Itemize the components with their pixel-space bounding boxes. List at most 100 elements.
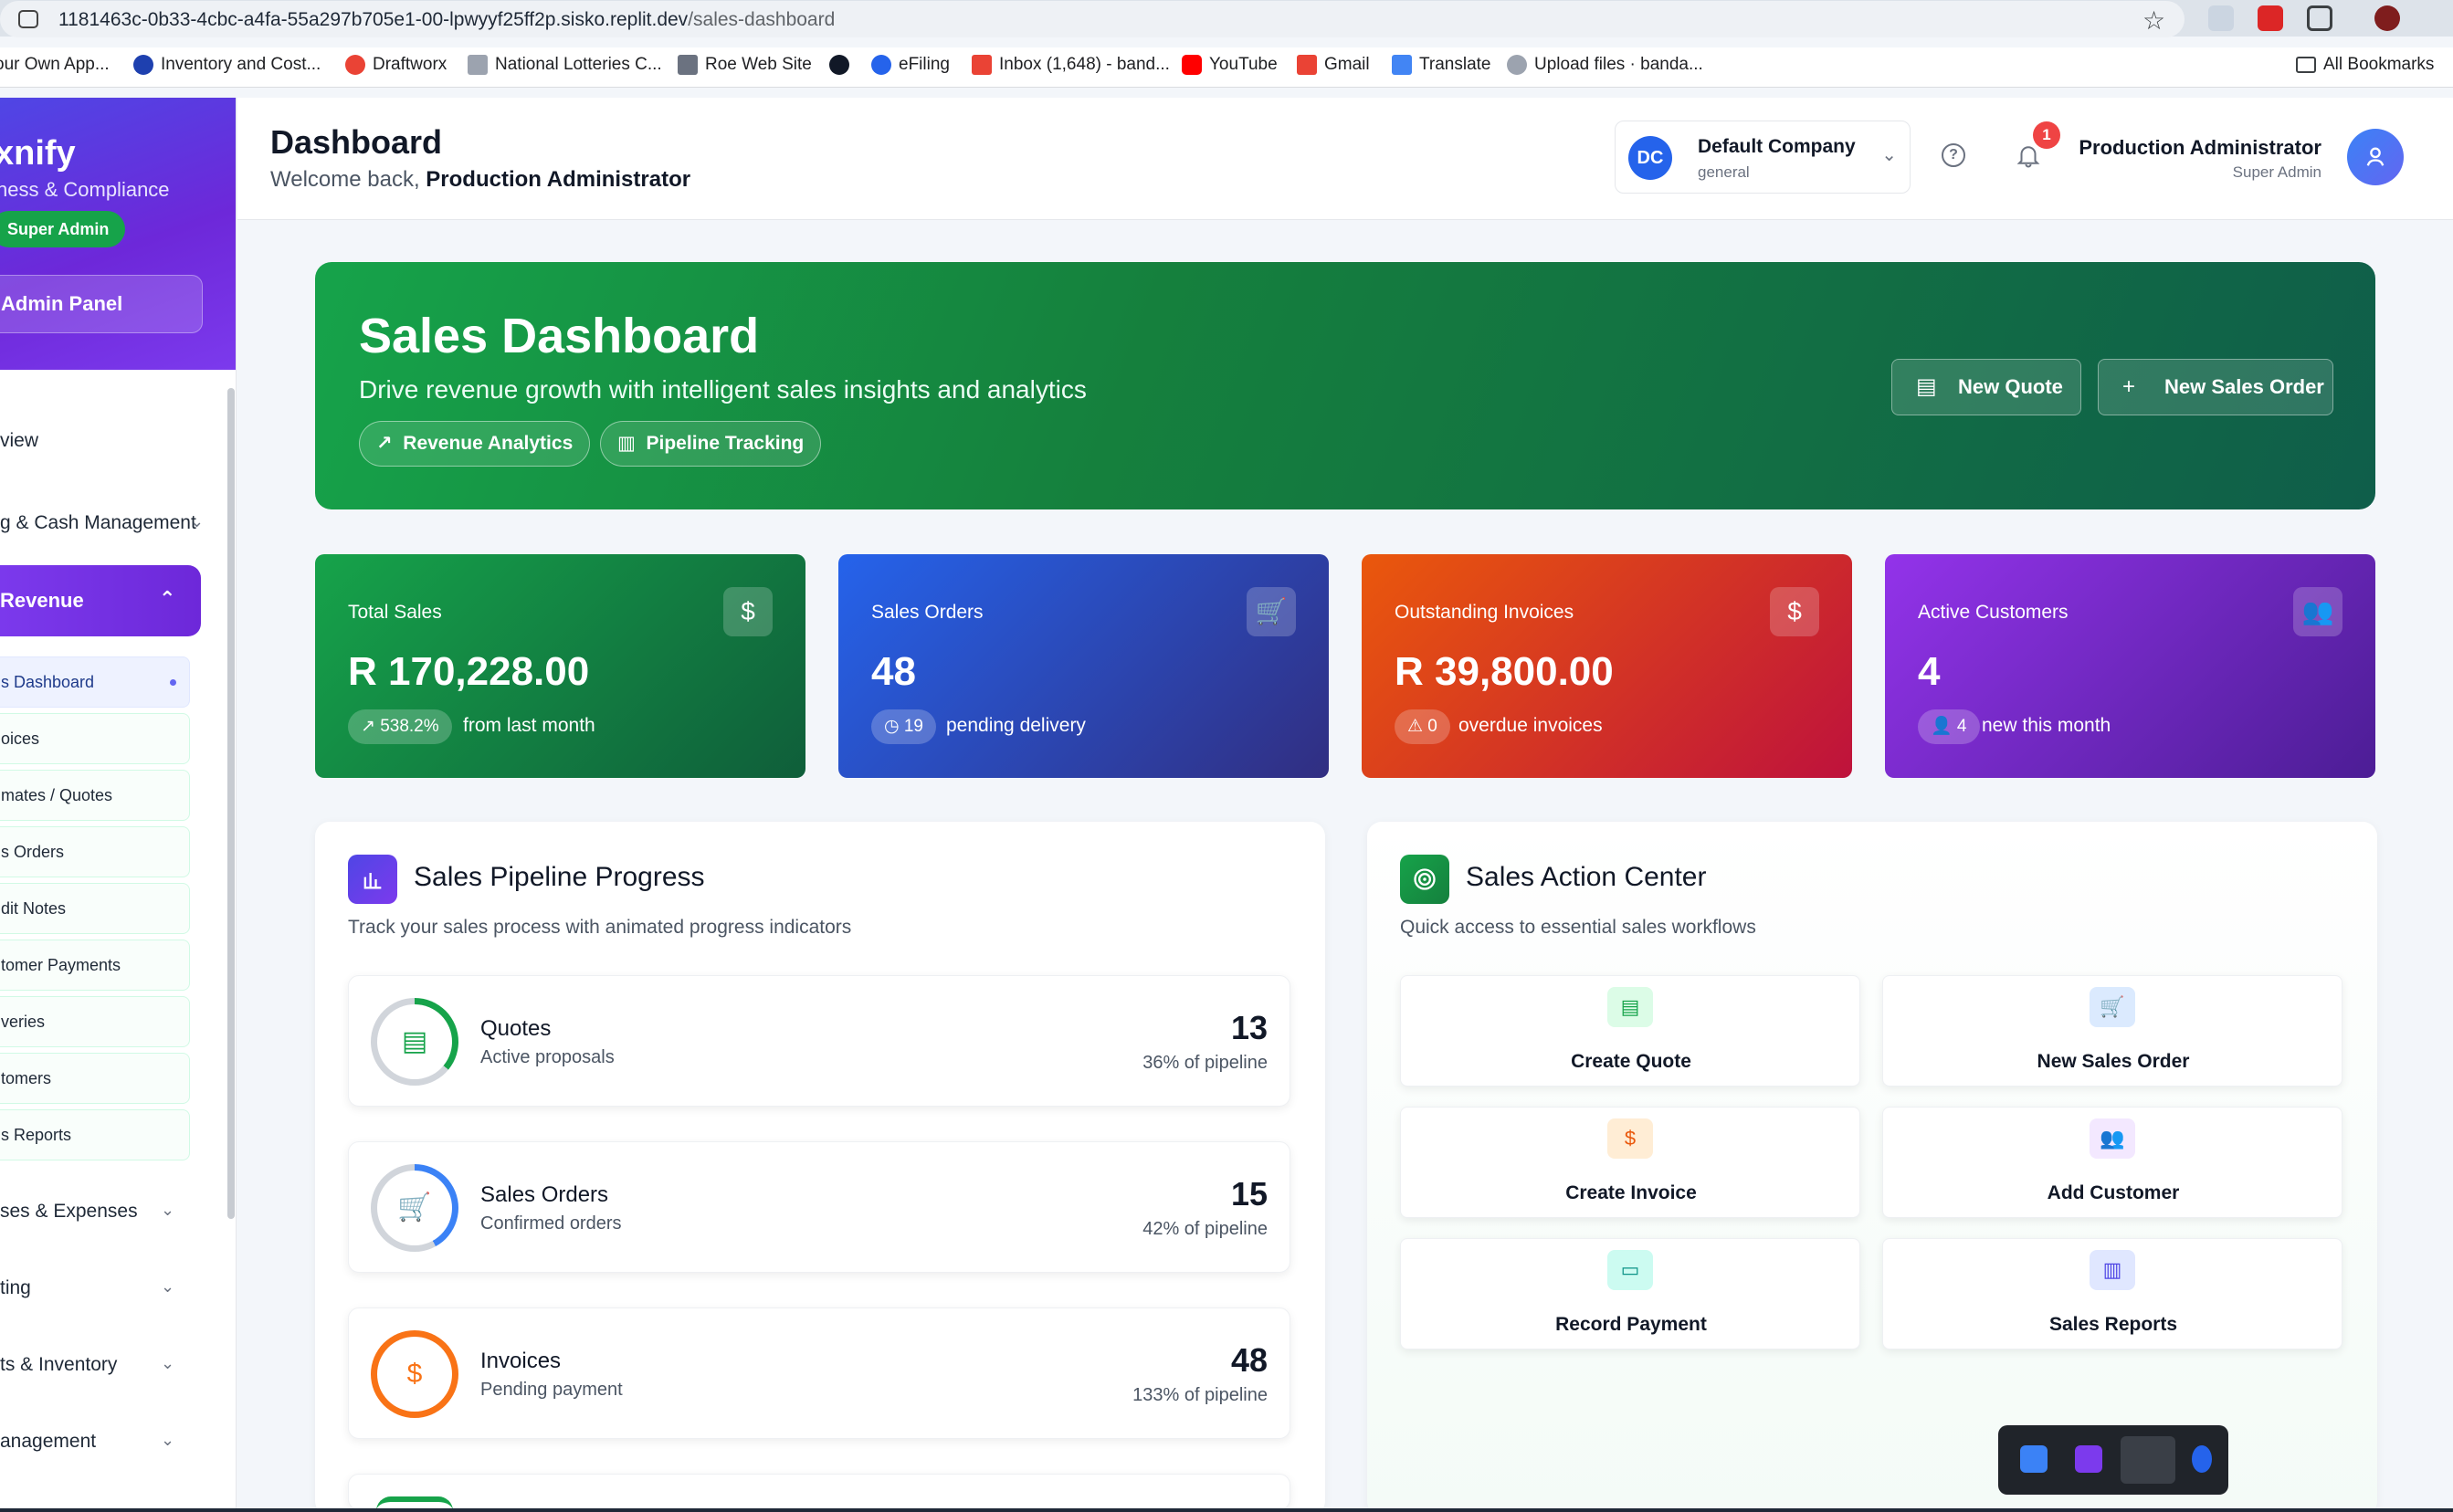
new-sales-order-action-button[interactable]: 🛒 New Sales Order (1882, 975, 2342, 1087)
sidebar-scrollbar[interactable] (227, 388, 235, 1219)
add-customer-button[interactable]: 👥 Add Customer (1882, 1107, 2342, 1218)
sidebar-item-products-inventory[interactable]: ts & Inventory ⌄ (0, 1354, 210, 1376)
extensions-icon[interactable] (2307, 5, 2332, 31)
profile-avatar[interactable] (2374, 5, 2400, 31)
new-sales-order-button[interactable]: + New Sales Order (2098, 359, 2333, 415)
stat-label: Active Customers (1918, 602, 2069, 623)
chevron-up-icon: ⌃ (159, 587, 176, 610)
stat-card-outstanding-invoices[interactable]: Outstanding Invoices $ R 39,800.00 ⚠ 0 o… (1362, 554, 1852, 778)
sidebar-subitem-sales-reports[interactable]: s Reports (0, 1109, 190, 1160)
bookmark-item[interactable]: Translate (1392, 55, 1491, 75)
pipeline-tracking-pill[interactable]: ▥ Pipeline Tracking (600, 421, 822, 467)
pipeline-item-partial[interactable] (348, 1474, 1290, 1510)
page-title: Dashboard (270, 123, 443, 161)
sidebar-item-revenue[interactable]: Revenue ⌃ (0, 565, 201, 636)
sidebar-item-accounting[interactable]: ting ⌄ (0, 1277, 210, 1299)
create-quote-button[interactable]: ▤ Create Quote (1400, 975, 1860, 1087)
all-bookmarks[interactable]: All Bookmarks (2296, 55, 2434, 75)
sidebar-subitem-sales-dashboard[interactable]: s Dashboard (0, 656, 190, 708)
sidebar-subitem-estimates-quotes[interactable]: mates / Quotes (0, 770, 190, 821)
create-invoice-button[interactable]: $ Create Invoice (1400, 1107, 1860, 1218)
sidebar-subitem-customers[interactable]: tomers (0, 1053, 190, 1104)
sidebar-subitem-customer-payments[interactable]: tomer Payments (0, 940, 190, 991)
site-info-icon[interactable] (18, 10, 38, 28)
sidebar-subitem-invoices[interactable]: oices (0, 713, 190, 764)
pdf-extension-icon[interactable] (2258, 5, 2283, 31)
bookmark-item[interactable] (829, 55, 849, 75)
sales-reports-button[interactable]: ▥ Sales Reports (1882, 1238, 2342, 1349)
cart-icon: 🛒 (1247, 587, 1296, 636)
onenote-app-icon[interactable] (2075, 1445, 2102, 1473)
pipeline-desc: Confirmed orders (480, 1213, 622, 1234)
company-switcher[interactable]: DC Default Company general ⌄ (1615, 121, 1911, 194)
pipeline-item-invoices[interactable]: $ Invoices Pending payment 48 133% of pi… (348, 1307, 1290, 1439)
bookmark-star-icon[interactable]: ☆ (2142, 5, 2165, 36)
calendar-app-icon[interactable] (2020, 1445, 2048, 1473)
sales-hero-banner: Sales Dashboard Drive revenue growth wit… (315, 262, 2375, 509)
stat-card-sales-orders[interactable]: Sales Orders 🛒 48 ◷ 19 pending delivery (838, 554, 1329, 778)
bookmark-item[interactable]: Gmail (1297, 55, 1370, 75)
globe-icon (829, 55, 849, 75)
pen-app-icon[interactable] (2121, 1436, 2175, 1484)
stat-card-total-sales[interactable]: Total Sales $ R 170,228.00 ↗ 538.2% from… (315, 554, 805, 778)
sidebar-subitem-sales-orders[interactable]: s Orders (0, 826, 190, 877)
help-icon[interactable]: ? (1942, 143, 1965, 167)
revenue-analytics-pill[interactable]: ↗ Revenue Analytics (359, 421, 591, 467)
bluetooth-icon[interactable] (2192, 1445, 2212, 1473)
pipeline-item-sales-orders[interactable]: 🛒 Sales Orders Confirmed orders 15 42% o… (348, 1141, 1290, 1273)
user-role: Super Admin (2232, 163, 2321, 181)
bookmark-item[interactable]: Roe Web Site (678, 55, 812, 75)
bookmark-item[interactable]: eFiling (871, 55, 950, 75)
bookmark-favicon-icon (678, 55, 698, 75)
pipeline-name: Invoices (480, 1349, 562, 1373)
stat-label: Total Sales (348, 602, 442, 623)
record-payment-button[interactable]: ▭ Record Payment (1400, 1238, 1860, 1349)
target-icon (1400, 855, 1449, 904)
sidebar-subitem-deliveries[interactable]: veries (0, 996, 190, 1047)
bookmark-item[interactable]: Inventory and Cost... (133, 55, 321, 75)
stat-note: pending delivery (946, 715, 1086, 736)
users-icon: 👥 (2090, 1118, 2135, 1159)
address-bar[interactable]: 1181463c-0b33-4cbc-a4fa-55a297b705e1-00-… (0, 1, 2185, 37)
chevron-down-icon: ⌄ (161, 1354, 175, 1372)
sidebar-item-purchases[interactable]: ses & Expenses ⌄ (0, 1201, 210, 1223)
admin-panel-button[interactable]: Admin Panel (0, 275, 203, 333)
action-label: Sales Reports (2048, 1314, 2178, 1335)
pipeline-name: Sales Orders (480, 1182, 609, 1207)
cast-icon[interactable] (2208, 5, 2234, 31)
stat-value: 4 (1918, 649, 1941, 694)
pipeline-count: 48 (1230, 1341, 1268, 1379)
sidebar-subitem-credit-notes[interactable]: dit Notes (0, 883, 190, 934)
users-icon: 👥 (2293, 587, 2342, 636)
stat-new-chip: 👤 4 (1918, 709, 1980, 744)
doc-icon: ▤ (377, 1004, 452, 1079)
doc-icon: ▤ (1607, 987, 1653, 1027)
chevron-down-icon: ⌄ (190, 512, 205, 530)
sidebar-item-banking[interactable]: g & Cash Management ⌄ (0, 512, 210, 534)
sidebar-item-overview[interactable]: view (0, 430, 38, 452)
panel-title: Sales Action Center (1466, 862, 1707, 892)
action-label: New Sales Order (2037, 1051, 2190, 1072)
bookmark-item[interactable]: YouTube (1182, 55, 1278, 75)
url-text[interactable]: 1181463c-0b33-4cbc-a4fa-55a297b705e1-00-… (58, 9, 835, 31)
invoice-icon: $ (377, 1337, 452, 1412)
pipeline-item-quotes[interactable]: ▤ Quotes Active proposals 13 36% of pipe… (348, 975, 1290, 1107)
bookmarks-bar: our Own App... Inventory and Cost... Dra… (0, 47, 2453, 88)
user-avatar[interactable] (2347, 129, 2404, 185)
sidebar-item-management[interactable]: anagement ⌄ (0, 1431, 210, 1453)
role-badge: Super Admin (0, 211, 126, 247)
bookmark-item[interactable]: National Lotteries C... (468, 55, 662, 75)
welcome-text: Welcome back, Production Administrator (270, 167, 691, 192)
bar-chart-icon: ▥ (2090, 1250, 2135, 1290)
sidebar-item-label: g & Cash Management (0, 512, 196, 533)
bookmark-item[interactable]: Draftworx (345, 55, 447, 75)
bookmark-item[interactable]: our Own App... (0, 55, 110, 75)
pipeline-desc: Pending payment (480, 1380, 623, 1400)
bookmark-item[interactable]: Inbox (1,648) - band... (972, 55, 1170, 75)
pipeline-count: 13 (1230, 1009, 1268, 1046)
trending-up-icon: ↗ (376, 433, 393, 454)
browser-toolbar: 1181463c-0b33-4cbc-a4fa-55a297b705e1-00-… (0, 0, 2453, 37)
new-quote-button[interactable]: ▤ New Quote (1891, 359, 2081, 415)
bookmark-item[interactable]: Upload files · banda... (1507, 55, 1703, 75)
stat-card-active-customers[interactable]: Active Customers 👥 4 👤 4 new this month (1885, 554, 2375, 778)
